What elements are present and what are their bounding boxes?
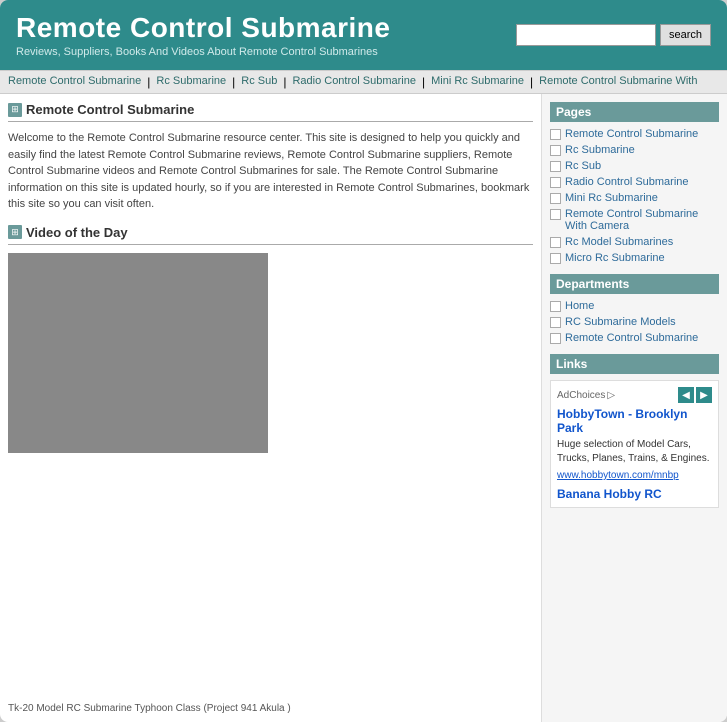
nav-link-6[interactable]: Remote Control Submarine With [539,75,697,89]
ad1-desc: Huge selection of Model Cars, Trucks, Pl… [557,438,712,466]
checkbox-icon [550,317,561,328]
video-section-header: ⊞ Video of the Day [8,225,533,245]
site-subtitle: Reviews, Suppliers, Books And Videos Abo… [16,46,390,58]
checkbox-icon [550,253,561,264]
dept-link-1[interactable]: Home [565,300,594,312]
site-title: Remote Control Submarine [16,12,390,44]
section-icon: ⊞ [8,103,22,117]
pages-link-4[interactable]: Radio Control Submarine [565,176,689,188]
checkbox-icon [550,333,561,344]
pages-link-8[interactable]: Micro Rc Submarine [565,252,665,264]
video-caption: Tk-20 Model RC Submarine Typhoon Class (… [8,703,533,714]
nav-link-5[interactable]: Mini Rc Submarine [431,75,524,89]
list-item: Rc Sub [550,160,719,172]
video-placeholder [8,253,268,453]
nav-link-3[interactable]: Rc Sub [241,75,277,89]
ad-choices-icon: ▷ [607,390,615,401]
list-item: Mini Rc Submarine [550,192,719,204]
checkbox-icon [550,301,561,312]
pages-link-2[interactable]: Rc Submarine [565,144,635,156]
navbar: Remote Control Submarine | Rc Submarine … [0,70,727,94]
pages-title: Pages [550,102,719,122]
sidebar: Pages Remote Control Submarine Rc Submar… [542,94,727,722]
departments-box: Departments Home RC Submarine Models Rem… [550,274,719,344]
checkbox-icon [550,209,561,220]
checkbox-icon [550,193,561,204]
list-item: Rc Model Submarines [550,236,719,248]
list-item: Micro Rc Submarine [550,252,719,264]
intro-text: Welcome to the Remote Control Submarine … [8,130,533,213]
pages-link-7[interactable]: Rc Model Submarines [565,236,673,248]
list-item: Remote Control Submarine [550,128,719,140]
pages-link-3[interactable]: Rc Sub [565,160,601,172]
checkbox-icon [550,237,561,248]
video-section: ⊞ Video of the Day Tk-20 Model RC Submar… [8,225,533,714]
ad-nav: ◀ ▶ [678,387,712,403]
list-item: Remote Control Submarine [550,332,719,344]
main-section-title: Remote Control Submarine [26,102,194,117]
video-section-title: Video of the Day [26,225,128,240]
main-section-header: ⊞ Remote Control Submarine [8,102,533,122]
dept-link-3[interactable]: Remote Control Submarine [565,332,698,344]
list-item: Home [550,300,719,312]
ad-next-button[interactable]: ▶ [696,387,712,403]
video-section-icon: ⊞ [8,225,22,239]
list-item: Rc Submarine [550,144,719,156]
ad-box: AdChoices ▷ ◀ ▶ HobbyTown - Brooklyn Par… [550,380,719,508]
checkbox-icon [550,177,561,188]
nav-link-1[interactable]: Remote Control Submarine [8,75,141,89]
dept-link-2[interactable]: RC Submarine Models [565,316,676,328]
departments-title: Departments [550,274,719,294]
checkbox-icon [550,129,561,140]
pages-link-1[interactable]: Remote Control Submarine [565,128,698,140]
checkbox-icon [550,145,561,156]
pages-link-5[interactable]: Mini Rc Submarine [565,192,658,204]
search-button[interactable]: search [660,24,711,46]
links-box: Links AdChoices ▷ ◀ ▶ HobbyTown - Brookl… [550,354,719,508]
list-item: Radio Control Submarine [550,176,719,188]
ad2-title[interactable]: Banana Hobby RC [557,487,712,501]
list-item: Remote Control Submarine With Camera [550,208,719,232]
list-item: RC Submarine Models [550,316,719,328]
nav-link-2[interactable]: Rc Submarine [156,75,226,89]
ad1-url: www.hobbytown.com/mnbp [557,470,679,481]
ad-choices-header: AdChoices ▷ ◀ ▶ [557,387,712,403]
ad-prev-button[interactable]: ◀ [678,387,694,403]
ad-choices-label: AdChoices ▷ [557,390,615,401]
ad1-title[interactable]: HobbyTown - Brooklyn Park [557,407,712,435]
checkbox-icon [550,161,561,172]
pages-link-6[interactable]: Remote Control Submarine With Camera [565,208,719,232]
links-title: Links [550,354,719,374]
nav-link-4[interactable]: Radio Control Submarine [292,75,416,89]
pages-box: Pages Remote Control Submarine Rc Submar… [550,102,719,264]
search-input[interactable] [516,24,656,46]
